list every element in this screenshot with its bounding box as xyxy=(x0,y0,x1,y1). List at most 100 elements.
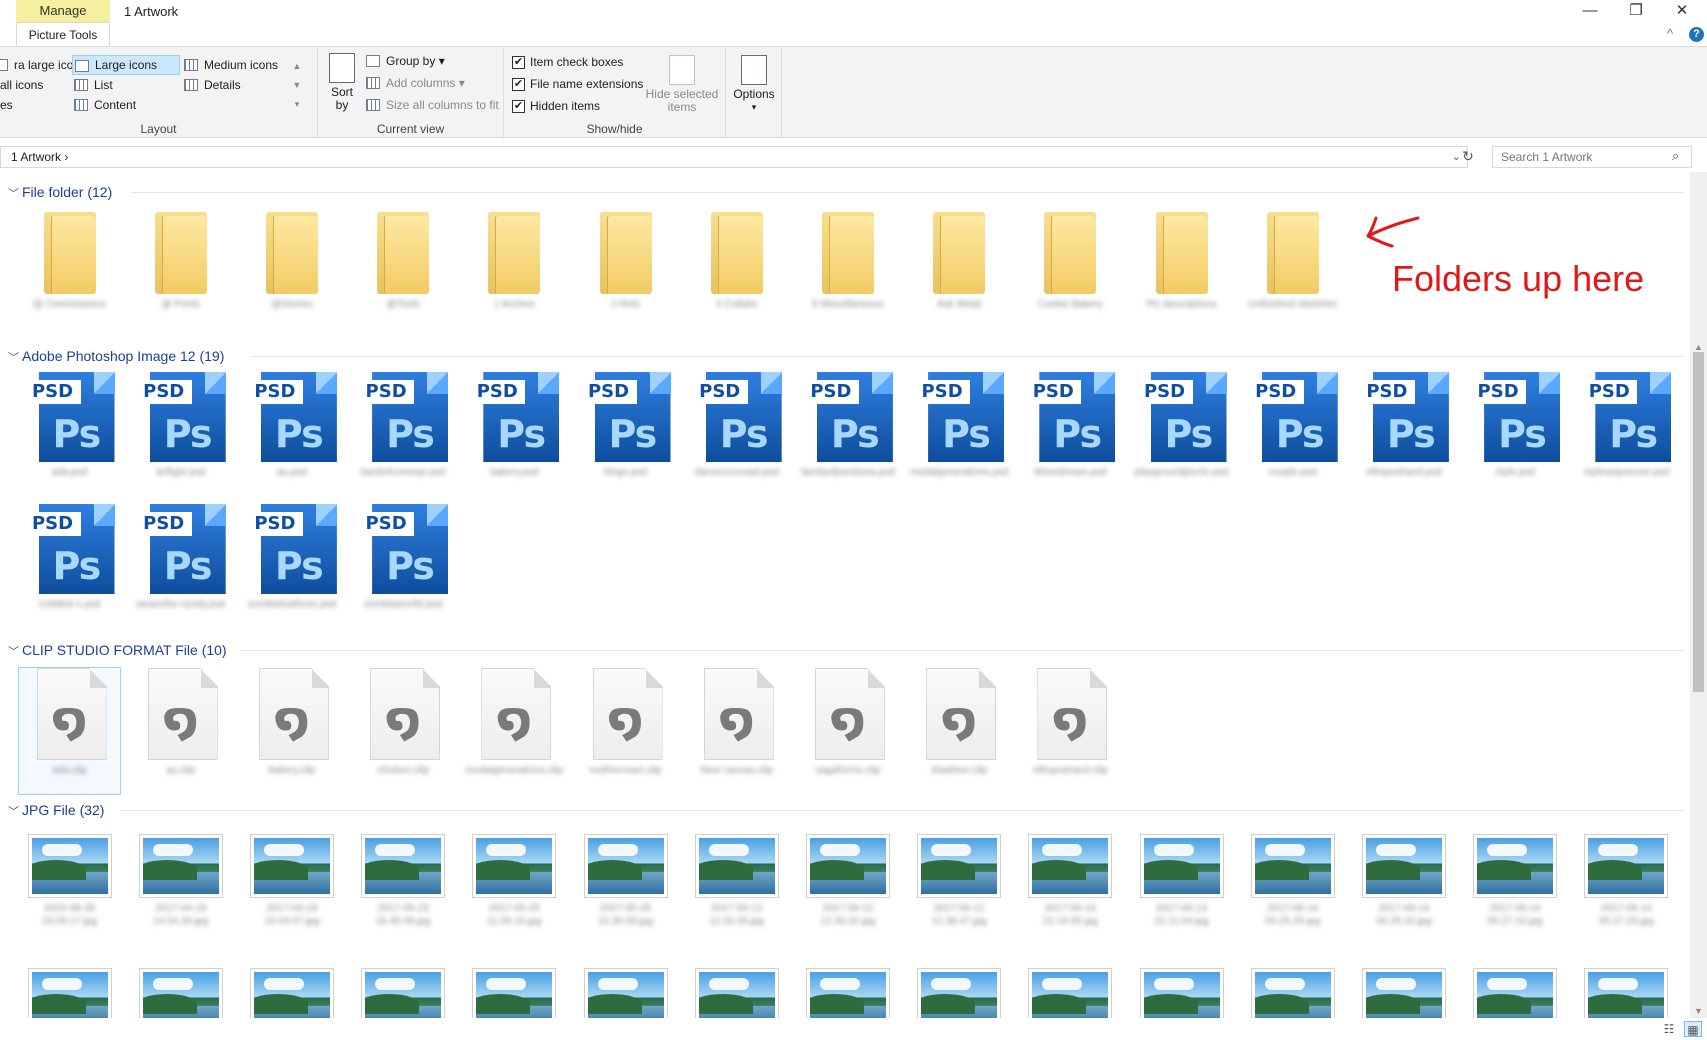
group-header-photoshop[interactable]: ﹀ Adobe Photoshop Image 12 (19) xyxy=(8,346,224,366)
layout-medium-icons[interactable]: Medium icons xyxy=(182,55,292,75)
psd-item[interactable]: PSD Ps playgroundpicnic.psd xyxy=(1131,372,1232,496)
file-name-extensions-toggle[interactable]: ✔ File name extensions xyxy=(510,75,643,93)
folder-item[interactable]: 1 Archive xyxy=(464,212,565,328)
jpg-item[interactable]: 2017-05-25 15.30.59.jpg xyxy=(575,834,676,932)
folder-item[interactable]: @ Prints xyxy=(130,212,231,328)
jpg-item[interactable] xyxy=(353,968,454,1018)
details-view-icon[interactable]: ☷ xyxy=(1660,1021,1678,1037)
clip-item[interactable]: ໑ mothecrown.clip xyxy=(575,668,676,794)
folder-item[interactable]: @Stories xyxy=(241,212,342,328)
layout-list[interactable]: List xyxy=(72,75,180,95)
search-icon[interactable]: ⌕ xyxy=(1672,148,1679,164)
psd-item[interactable]: PSD Ps Untitled-1.psd xyxy=(19,504,120,628)
psd-item[interactable]: PSD Ps style.psd xyxy=(1465,372,1566,496)
jpg-item[interactable] xyxy=(1242,968,1343,1018)
close-button[interactable]: ✕ xyxy=(1659,0,1705,24)
jpg-item[interactable]: 2017-06-14 00.27.25.jpg xyxy=(1576,834,1677,932)
breadcrumb-separator-icon[interactable]: › xyxy=(64,150,68,164)
folder-item[interactable]: 2 Refs xyxy=(575,212,676,328)
chevron-down-icon[interactable]: ﹀ xyxy=(8,184,22,204)
refresh-icon[interactable]: ↻ xyxy=(1458,146,1478,168)
search-input[interactable] xyxy=(1492,146,1692,168)
tab-picture-tools[interactable]: Picture Tools xyxy=(16,22,110,46)
large-icons-view-icon[interactable]: ▦ xyxy=(1684,1021,1702,1037)
folder-item[interactable]: 4 Collabs xyxy=(686,212,787,328)
folder-item[interactable]: 5 Miscellaneous xyxy=(797,212,898,328)
chevron-down-icon[interactable]: ﹀ xyxy=(8,642,22,662)
psd-item[interactable]: PSD Ps dancerconcept.psd xyxy=(686,372,787,496)
group-header-jpg[interactable]: ﹀ JPG File (32) xyxy=(8,800,104,820)
psd-item[interactable]: PSD Ps au.psd xyxy=(241,372,342,496)
jpg-item[interactable]: 2017-04-19 15.03.57.jpg xyxy=(241,834,342,932)
clip-item[interactable]: ໑ bakery.clip xyxy=(241,668,342,794)
scrollbar-thumb[interactable] xyxy=(1693,352,1704,692)
breadcrumb-1-artwork[interactable]: 1 Artwork xyxy=(11,150,61,164)
layout-content[interactable]: Content xyxy=(72,95,180,115)
jpg-item[interactable]: 2017-06-13 22.11.04.jpg xyxy=(1131,834,1232,932)
tab-manage[interactable]: Manage xyxy=(16,0,110,22)
psd-item[interactable]: PSD Ps wearethe-cyndy.psd xyxy=(130,504,231,628)
chevron-down-icon[interactable]: ﹀ xyxy=(8,348,22,368)
jpg-item[interactable]: 2017-06-12 12.35.32.jpg xyxy=(797,834,898,932)
jpg-item[interactable]: 2017-06-14 00.25.32.jpg xyxy=(1353,834,1454,932)
jpg-item[interactable]: 2017-06-14 00.25.25.jpg xyxy=(1242,834,1343,932)
help-icon[interactable]: ? xyxy=(1689,27,1704,42)
jpg-item[interactable]: 2016-08-28 23.09.17.jpg xyxy=(19,834,120,932)
hidden-items-toggle[interactable]: ✔ Hidden items xyxy=(510,97,600,115)
jpg-item[interactable]: 2017-05-23 16.45.09.jpg xyxy=(353,834,454,932)
jpg-item[interactable] xyxy=(1353,968,1454,1018)
jpg-item[interactable] xyxy=(797,968,898,1018)
clip-item[interactable]: ໑ ada.clip xyxy=(18,667,121,795)
jpg-item[interactable]: 2017-06-12 12.38.47.jpg xyxy=(909,834,1010,932)
jpg-item[interactable] xyxy=(1131,968,1232,1018)
jpg-item[interactable] xyxy=(909,968,1010,1018)
psd-item[interactable]: PSD Ps bingo.psd xyxy=(575,372,676,496)
clip-item[interactable]: ໑ chicken.clip xyxy=(353,668,454,794)
jpg-item[interactable]: 2017-05-25 11.09.16.jpg xyxy=(464,834,565,932)
jpg-item[interactable] xyxy=(1576,968,1677,1018)
psd-item[interactable]: PSD Ps ada.psd xyxy=(19,372,120,496)
layout-gallery-scroll[interactable]: ▲ ▼ ▾ xyxy=(290,57,304,119)
jpg-item[interactable] xyxy=(464,968,565,1018)
psd-item[interactable]: PSD Ps banbelconcept.psd xyxy=(353,372,454,496)
clip-item[interactable]: ໑ sagaforme.clip xyxy=(797,668,898,794)
clip-item[interactable]: ໑ ellmposhand.clip xyxy=(1020,668,1121,794)
psd-item[interactable]: PSD Ps couple.psd xyxy=(1242,372,1343,496)
jpg-item[interactable] xyxy=(130,968,231,1018)
clip-item[interactable]: ໑ medalgenerations.clip xyxy=(464,668,565,794)
psd-item[interactable]: PSD Ps bakery.psd xyxy=(464,372,565,496)
folder-item[interactable]: Cookie Bakery xyxy=(1020,212,1121,328)
layout-extra-large-icons[interactable]: ra large icons xyxy=(0,55,86,75)
add-columns-button[interactable]: Add columns ▾ xyxy=(364,73,494,93)
layout-details[interactable]: Details xyxy=(182,75,292,95)
item-check-boxes-toggle[interactable]: ✔ Item check boxes xyxy=(510,53,623,71)
folder-item[interactable]: Unfinished sketches xyxy=(1242,212,1343,328)
clip-item[interactable]: ໑ New canvas.clip xyxy=(686,668,787,794)
vertical-scrollbar[interactable]: ▲ ▼ xyxy=(1690,172,1707,1018)
folder-item[interactable]: @Tools xyxy=(353,212,454,328)
clip-item[interactable]: ໑ shadrton.clip xyxy=(909,668,1010,794)
layout-small-icons[interactable]: all icons xyxy=(0,75,72,95)
psd-item[interactable]: PSD Ps stylesequencer.psd xyxy=(1576,372,1677,496)
jpg-item[interactable] xyxy=(1020,968,1121,1018)
folder-item[interactable]: Ask Metal xyxy=(909,212,1010,328)
jpg-item[interactable]: 2017-06-14 00.27.10.jpg xyxy=(1465,834,1566,932)
clip-item[interactable]: ໑ au.clip xyxy=(130,668,231,794)
layout-tiles[interactable]: es xyxy=(0,95,72,115)
psd-item[interactable]: PSD Ps familyofjoestiona.psd xyxy=(797,372,898,496)
scroll-down-icon[interactable]: ▼ xyxy=(1690,1004,1707,1018)
collapse-ribbon-icon[interactable]: ^ xyxy=(1667,26,1673,41)
group-by-button[interactable]: Group by ▾ xyxy=(364,51,494,71)
restore-button[interactable]: ❐ xyxy=(1613,0,1659,24)
address-bar[interactable]: 1 Artwork › ⌄ xyxy=(0,146,1468,168)
minimize-button[interactable]: — xyxy=(1567,0,1613,24)
psd-item[interactable]: PSD Ps medalgenerations.psd xyxy=(909,372,1010,496)
layout-large-icons[interactable]: Large icons xyxy=(72,55,180,75)
psd-item[interactable]: PSD Ps artfight.psd xyxy=(130,372,231,496)
folder-item[interactable]: @ Commissions xyxy=(19,212,120,328)
psd-item[interactable]: PSD Ps ellmposhand.psd xyxy=(1353,372,1454,496)
size-columns-button[interactable]: Size all columns to fit xyxy=(364,95,504,115)
psd-item[interactable]: PSD Ps zombielowthree.psd xyxy=(241,504,342,628)
options-button[interactable]: Options ▾ xyxy=(730,55,778,114)
chevron-down-icon[interactable]: ﹀ xyxy=(8,802,22,822)
